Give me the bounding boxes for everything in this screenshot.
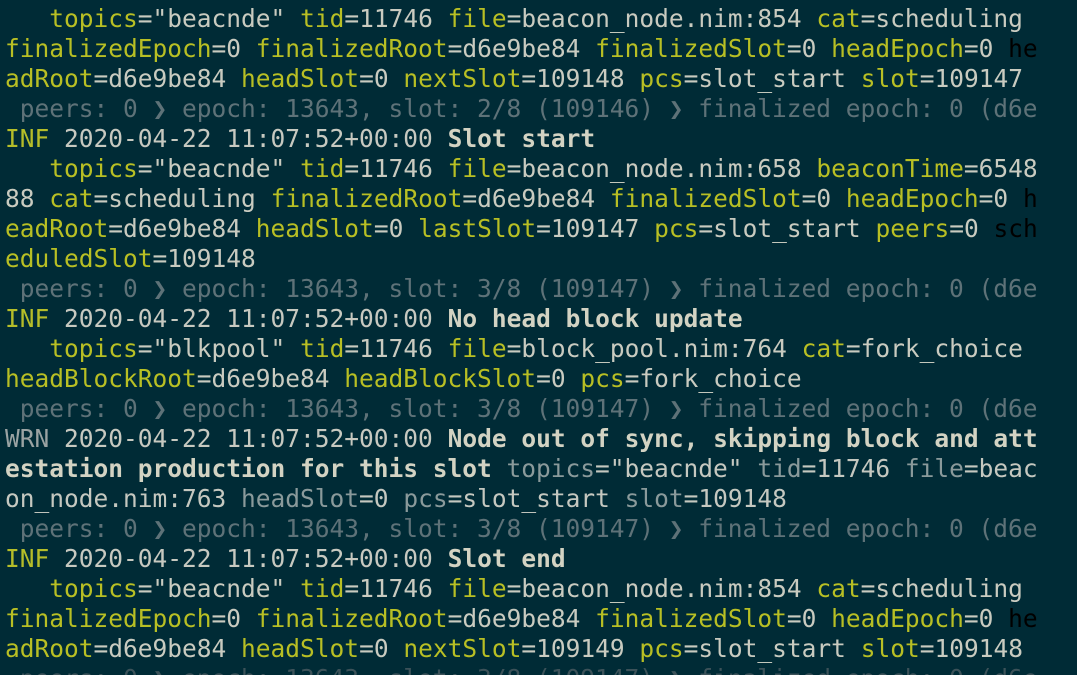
log-line: topics="beacnde" tid=11746 file=beacon_n… [49, 574, 1023, 603]
log-line: WRN 2020-04-22 11:07:52+00:00 Node out o… [5, 424, 1038, 453]
log-line: topics="blkpool" tid=11746 file=block_po… [49, 334, 1023, 363]
log-line: headBlockRoot=d6e9be84 headBlockSlot=0 p… [5, 364, 802, 393]
log-line: 88 cat=scheduling finalizedRoot=d6e9be84… [5, 184, 1038, 213]
status-bar-line: peers: 0 ❯ epoch: 13643, slot: 3/8 (1091… [5, 394, 1038, 423]
log-line: INF 2020-04-22 11:07:52+00:00 No head bl… [5, 304, 743, 333]
log-line: eadRoot=d6e9be84 headSlot=0 lastSlot=109… [5, 214, 1038, 243]
log-line: eduledSlot=109148 [5, 244, 256, 273]
log-line: INF 2020-04-22 11:07:52+00:00 Slot end [5, 544, 566, 573]
terminal-window[interactable]: topics="beacnde" tid=11746 file=beacon_n… [0, 0, 1077, 675]
log-line: adRoot=d6e9be84 headSlot=0 nextSlot=1091… [5, 634, 1023, 663]
log-line: adRoot=d6e9be84 headSlot=0 nextSlot=1091… [5, 64, 1023, 93]
status-bar-line: peers: 0 ❯ epoch: 13643, slot: 3/8 (1091… [5, 664, 1077, 675]
log-line: topics="beacnde" tid=11746 file=beacon_n… [49, 154, 1038, 183]
log-line: INF 2020-04-22 11:07:52+00:00 Slot start [5, 124, 596, 153]
log-line: finalizedEpoch=0 finalizedRoot=d6e9be84 … [5, 34, 1038, 63]
log-line: topics="beacnde" tid=11746 file=beacon_n… [49, 4, 1023, 33]
log-line: estation production for this slot topics… [5, 454, 1038, 483]
log-line: on_node.nim:763 headSlot=0 pcs=slot_star… [5, 484, 787, 513]
terminal-output: topics="beacnde" tid=11746 file=beacon_n… [5, 4, 1077, 675]
log-line: finalizedEpoch=0 finalizedRoot=d6e9be84 … [5, 604, 1038, 633]
status-bar-line: peers: 0 ❯ epoch: 13643, slot: 2/8 (1091… [5, 94, 1038, 123]
status-bar-line: peers: 0 ❯ epoch: 13643, slot: 3/8 (1091… [5, 274, 1038, 303]
status-bar-line: peers: 0 ❯ epoch: 13643, slot: 3/8 (1091… [5, 514, 1038, 543]
